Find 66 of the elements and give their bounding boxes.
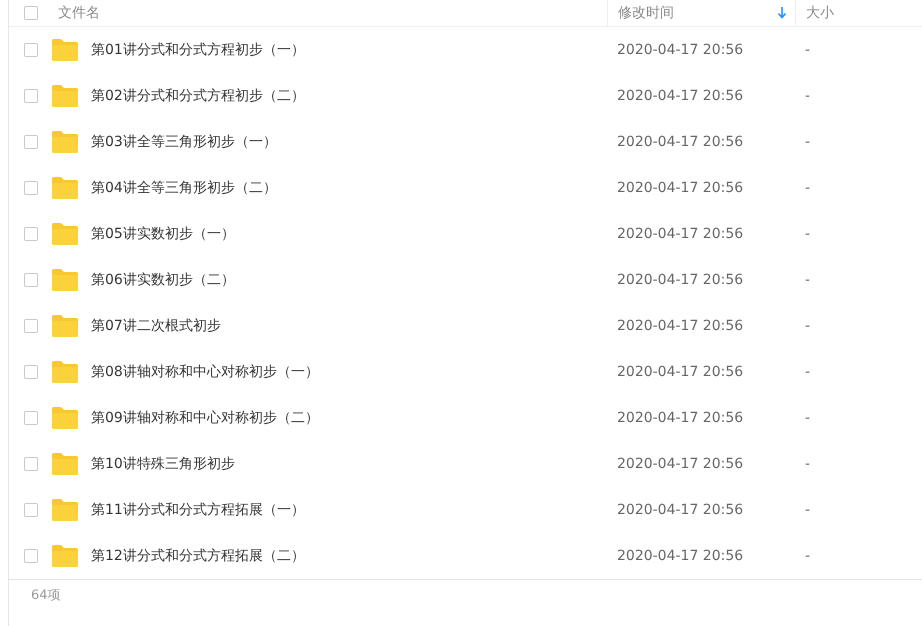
modified-date: 2020-04-17 20:56	[617, 548, 744, 564]
file-name[interactable]: 第09讲轴对称和中心对称初步（二）	[91, 409, 319, 427]
file-size: -	[805, 456, 810, 472]
file-name[interactable]: 第01讲分式和分式方程初步（一）	[91, 41, 305, 59]
file-name[interactable]: 第02讲分式和分式方程初步（二）	[91, 87, 305, 105]
file-size: -	[805, 42, 810, 58]
modified-date: 2020-04-17 20:56	[617, 272, 744, 288]
checkbox[interactable]	[24, 43, 38, 57]
modified-date: 2020-04-17 20:56	[617, 88, 744, 104]
column-header[interactable]: 修改时间	[618, 4, 674, 22]
sort-arrow-icon[interactable]	[777, 7, 787, 19]
file-name[interactable]: 第10讲特殊三角形初步	[91, 455, 235, 473]
modified-date: 2020-04-17 20:56	[617, 456, 744, 472]
modified-date: 2020-04-17 20:56	[617, 134, 744, 150]
column-header[interactable]: 大小	[806, 4, 834, 22]
file-size: -	[805, 548, 810, 564]
folder-icon	[52, 407, 78, 429]
modified-date: 2020-04-17 20:56	[617, 502, 744, 518]
checkbox[interactable]	[24, 503, 38, 517]
file-size: -	[805, 180, 810, 196]
checkbox[interactable]	[24, 227, 38, 241]
modified-date: 2020-04-17 20:56	[617, 180, 744, 196]
checkbox[interactable]	[24, 411, 38, 425]
file-size: -	[805, 226, 810, 242]
checkbox[interactable]	[24, 135, 38, 149]
file-size: -	[805, 134, 810, 150]
folder-icon	[52, 223, 78, 245]
item-count: 64项	[31, 588, 61, 603]
file-name[interactable]: 第11讲分式和分式方程拓展（一）	[91, 501, 305, 519]
checkbox[interactable]	[24, 6, 38, 20]
folder-icon	[52, 85, 78, 107]
file-size: -	[805, 272, 810, 288]
folder-icon	[52, 499, 78, 521]
folder-icon	[52, 453, 78, 475]
modified-date: 2020-04-17 20:56	[617, 318, 744, 334]
folder-icon	[52, 545, 78, 567]
file-name[interactable]: 第07讲二次根式初步	[91, 317, 221, 335]
folder-icon	[52, 269, 78, 291]
file-name[interactable]: 第06讲实数初步（二）	[91, 271, 235, 289]
checkbox[interactable]	[24, 365, 38, 379]
file-name[interactable]: 第12讲分式和分式方程拓展（二）	[91, 547, 305, 565]
file-name[interactable]: 第05讲实数初步（一）	[91, 225, 235, 243]
folder-icon	[52, 361, 78, 383]
checkbox[interactable]	[24, 319, 38, 333]
file-size: -	[805, 88, 810, 104]
file-size: -	[805, 502, 810, 518]
modified-date: 2020-04-17 20:56	[617, 364, 744, 380]
file-size: -	[805, 364, 810, 380]
checkbox[interactable]	[24, 89, 38, 103]
file-size: -	[805, 410, 810, 426]
checkbox[interactable]	[24, 181, 38, 195]
file-name[interactable]: 第08讲轴对称和中心对称初步（一）	[91, 363, 319, 381]
file-size: -	[805, 318, 810, 334]
folder-icon	[52, 131, 78, 153]
folder-icon	[52, 39, 78, 61]
checkbox[interactable]	[24, 549, 38, 563]
folder-icon	[52, 315, 78, 337]
column-header[interactable]: 文件名	[58, 4, 100, 22]
folder-icon	[52, 177, 78, 199]
modified-date: 2020-04-17 20:56	[617, 226, 744, 242]
file-name[interactable]: 第03讲全等三角形初步（一）	[91, 133, 277, 151]
file-name[interactable]: 第04讲全等三角形初步（二）	[91, 179, 277, 197]
checkbox[interactable]	[24, 273, 38, 287]
checkbox[interactable]	[24, 457, 38, 471]
modified-date: 2020-04-17 20:56	[617, 410, 744, 426]
modified-date: 2020-04-17 20:56	[617, 42, 744, 58]
